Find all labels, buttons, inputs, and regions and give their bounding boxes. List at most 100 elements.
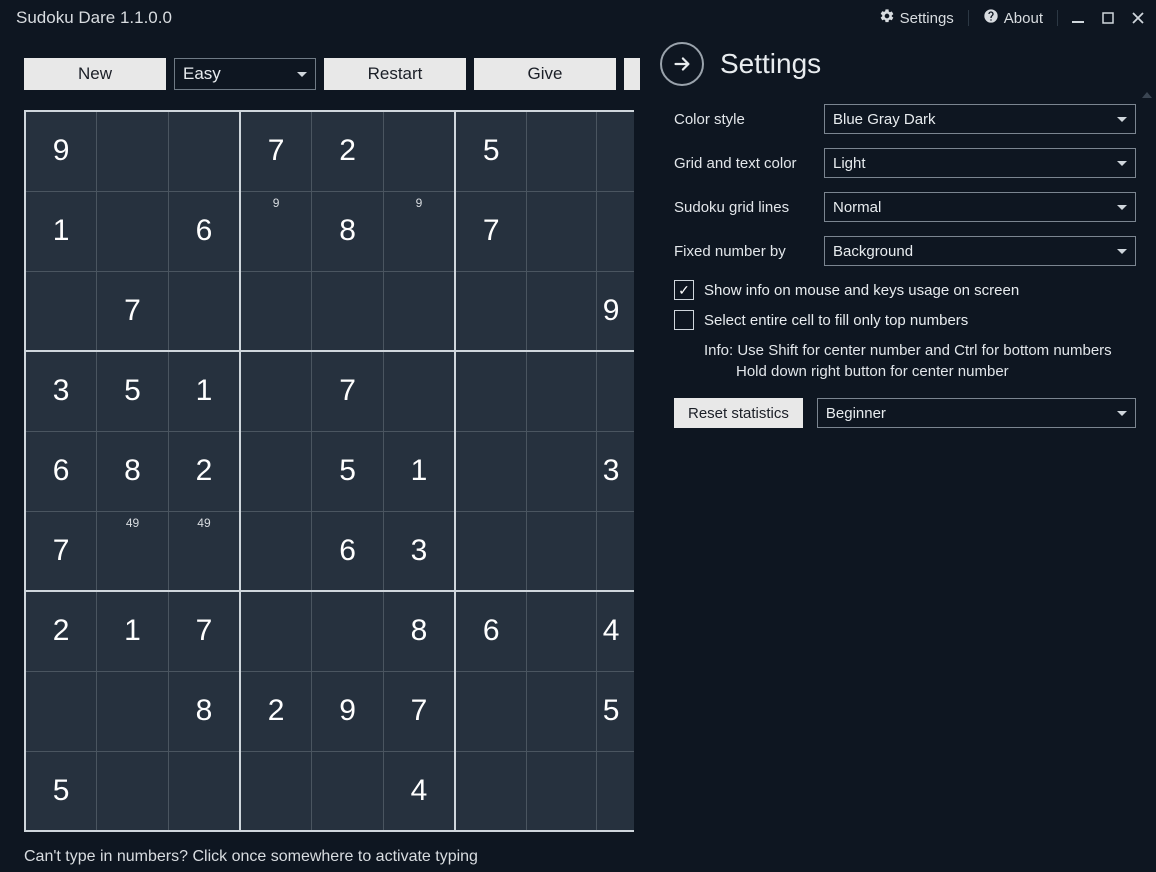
sudoku-cell[interactable]: 3 <box>596 431 634 511</box>
sudoku-cell[interactable]: 6 <box>312 511 384 591</box>
give-button[interactable]: Give <box>474 58 616 90</box>
restart-button[interactable]: Restart <box>324 58 466 90</box>
sudoku-cell[interactable]: 7 <box>97 271 169 351</box>
sudoku-cell[interactable]: 8 <box>168 671 240 751</box>
sudoku-cell[interactable]: 5 <box>596 671 634 751</box>
sudoku-cell[interactable]: 3 <box>383 511 455 591</box>
sudoku-cell[interactable]: 8 <box>97 431 169 511</box>
panel-close-button[interactable] <box>660 42 704 86</box>
about-button[interactable]: About <box>979 6 1047 30</box>
sudoku-cell[interactable]: 7 <box>383 671 455 751</box>
sudoku-cell[interactable] <box>527 191 596 271</box>
sudoku-cell[interactable] <box>25 271 97 351</box>
sudoku-cell[interactable] <box>240 591 312 671</box>
sudoku-cell[interactable] <box>455 271 527 351</box>
sudoku-cell[interactable] <box>97 751 169 831</box>
sudoku-cell[interactable] <box>596 511 634 591</box>
sudoku-cell[interactable] <box>527 351 596 431</box>
reset-statistics-button[interactable]: Reset statistics <box>674 398 803 428</box>
difficulty-select[interactable]: Easy <box>174 58 316 90</box>
sudoku-cell[interactable] <box>383 271 455 351</box>
sudoku-cell[interactable] <box>312 591 384 671</box>
scroll-up-icon[interactable] <box>1142 92 1152 98</box>
sudoku-cell[interactable] <box>596 351 634 431</box>
sudoku-cell[interactable]: 7 <box>240 111 312 191</box>
sudoku-cell[interactable] <box>527 111 596 191</box>
grid-text-color-select[interactable]: Light <box>824 148 1136 178</box>
color-style-select[interactable]: Blue Gray Dark <box>824 104 1136 134</box>
sudoku-cell[interactable] <box>455 351 527 431</box>
sudoku-cell[interactable]: 4 <box>383 751 455 831</box>
sudoku-cell[interactable]: 1 <box>25 191 97 271</box>
sudoku-cell[interactable]: 49 <box>97 511 169 591</box>
sudoku-cell[interactable]: 1 <box>383 431 455 511</box>
sudoku-cell[interactable] <box>97 111 169 191</box>
sudoku-cell[interactable]: 8 <box>383 591 455 671</box>
sudoku-cell[interactable] <box>240 511 312 591</box>
sudoku-cell[interactable]: 2 <box>168 431 240 511</box>
sudoku-cell[interactable] <box>168 751 240 831</box>
sudoku-cell[interactable] <box>455 671 527 751</box>
sudoku-cell[interactable]: 9 <box>240 191 312 271</box>
sudoku-cell[interactable] <box>527 511 596 591</box>
sudoku-cell[interactable]: 5 <box>455 111 527 191</box>
sudoku-cell[interactable] <box>455 751 527 831</box>
sudoku-cell[interactable]: 7 <box>25 511 97 591</box>
sudoku-cell[interactable] <box>240 271 312 351</box>
sudoku-cell[interactable] <box>312 271 384 351</box>
sudoku-cell[interactable]: 5 <box>312 431 384 511</box>
sudoku-cell[interactable] <box>527 671 596 751</box>
sudoku-cell[interactable] <box>312 751 384 831</box>
sudoku-cell[interactable]: 8 <box>312 191 384 271</box>
sudoku-cell[interactable]: 9 <box>383 191 455 271</box>
sudoku-cell[interactable] <box>168 271 240 351</box>
new-button[interactable]: New <box>24 58 166 90</box>
fixed-number-select[interactable]: Background <box>824 236 1136 266</box>
sudoku-cell[interactable]: 2 <box>312 111 384 191</box>
show-info-checkbox[interactable]: ✓ <box>674 280 694 300</box>
sudoku-cell[interactable] <box>455 431 527 511</box>
sudoku-cell[interactable]: 9 <box>25 111 97 191</box>
sudoku-cell[interactable] <box>527 431 596 511</box>
sudoku-cell[interactable]: 6 <box>168 191 240 271</box>
sudoku-cell[interactable] <box>527 271 596 351</box>
sudoku-cell[interactable]: 5 <box>25 751 97 831</box>
sudoku-cell[interactable] <box>240 351 312 431</box>
settings-button[interactable]: Settings <box>875 6 958 30</box>
sudoku-cell[interactable]: 3 <box>25 351 97 431</box>
sudoku-cell[interactable]: 6 <box>25 431 97 511</box>
sudoku-cell[interactable] <box>596 751 634 831</box>
sudoku-cell[interactable] <box>383 111 455 191</box>
sudoku-cell[interactable] <box>527 751 596 831</box>
sudoku-cell[interactable]: 4 <box>596 591 634 671</box>
sudoku-cell[interactable] <box>596 191 634 271</box>
sudoku-cell[interactable] <box>596 111 634 191</box>
sudoku-cell[interactable]: 9 <box>312 671 384 751</box>
sudoku-cell[interactable]: 5 <box>97 351 169 431</box>
sudoku-cell[interactable] <box>240 431 312 511</box>
sudoku-cell[interactable]: 2 <box>240 671 312 751</box>
sudoku-cell[interactable] <box>25 671 97 751</box>
sudoku-cell[interactable] <box>97 671 169 751</box>
sudoku-cell[interactable]: 2 <box>25 591 97 671</box>
minimize-button[interactable] <box>1068 8 1088 28</box>
maximize-button[interactable] <box>1098 8 1118 28</box>
select-entire-checkbox[interactable] <box>674 310 694 330</box>
sudoku-cell[interactable]: 1 <box>168 351 240 431</box>
sudoku-cell[interactable]: 7 <box>168 591 240 671</box>
sudoku-cell[interactable]: 49 <box>168 511 240 591</box>
sudoku-cell[interactable] <box>527 591 596 671</box>
sudoku-cell[interactable]: 7 <box>312 351 384 431</box>
sudoku-cell[interactable]: 7 <box>455 191 527 271</box>
grid-lines-select[interactable]: Normal <box>824 192 1136 222</box>
sudoku-cell[interactable]: 6 <box>455 591 527 671</box>
sudoku-cell[interactable] <box>383 351 455 431</box>
sudoku-cell[interactable] <box>97 191 169 271</box>
close-button[interactable] <box>1128 8 1148 28</box>
sudoku-cell[interactable] <box>240 751 312 831</box>
sudoku-cell[interactable]: 9 <box>596 271 634 351</box>
reset-level-select[interactable]: Beginner <box>817 398 1136 428</box>
sudoku-cell[interactable]: 1 <box>97 591 169 671</box>
sudoku-cell[interactable] <box>455 511 527 591</box>
sudoku-cell[interactable] <box>168 111 240 191</box>
